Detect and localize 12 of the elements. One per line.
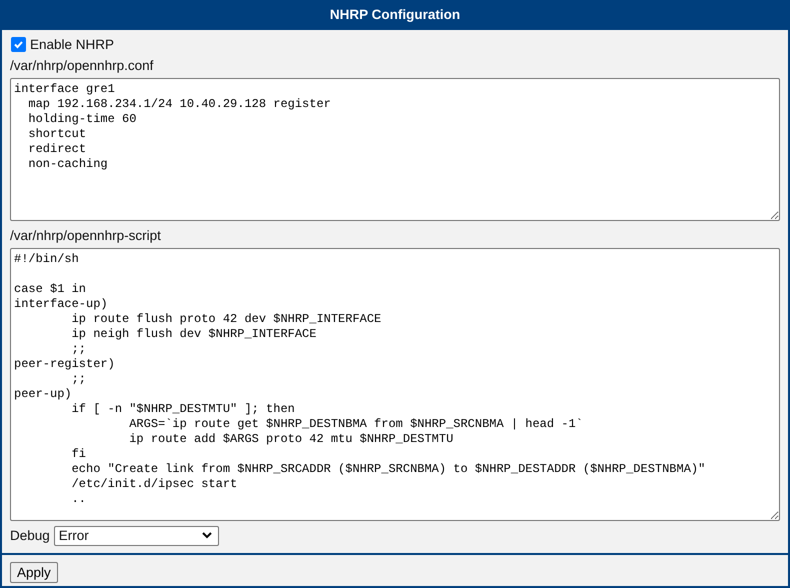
checkmark-icon [13, 39, 24, 50]
enable-label: Enable NHRP [30, 36, 114, 54]
window-title: NHRP Configuration [2, 0, 788, 30]
chevron-down-icon [202, 532, 212, 539]
script-text-field[interactable]: #!/bin/sh case $1 in interface-up) ip route flush proto 42 dev $NHRP_INTERFACE ip neigh flush dev $NHRP_INTERFACE ;; peer-register) ;; peer-up) if [ -n "$NHRP_DESTMTU" ]; then ARGS=`ip route get $NHRP_DESTNBMA from $NHRP_SRCNBMA | head -1` ip route add $ARGS proto 42 mtu $NHRP_DESTMTU fi echo "Create link from $NHRP_SRCADDR ($NHRP_SRCNBMA) to $NHRP_DESTADDR ($NHRP_DESTNBMA)" /etc/init.d/ipsec start .. [10, 248, 780, 521]
debug-dropdown[interactable]: Error [54, 526, 219, 546]
config-file-label: /var/nhrp/opennhrp.conf [10, 57, 154, 75]
apply-button[interactable]: Apply [10, 562, 58, 583]
debug-label: Debug [10, 527, 50, 545]
script-file-label: /var/nhrp/opennhrp-script [10, 227, 161, 245]
config-text-field[interactable]: interface gre1 map 192.168.234.1/24 10.40.29.128 register holding-time 60 shortcut redirect non-caching [10, 78, 780, 221]
enable-checkbox[interactable] [11, 37, 26, 52]
